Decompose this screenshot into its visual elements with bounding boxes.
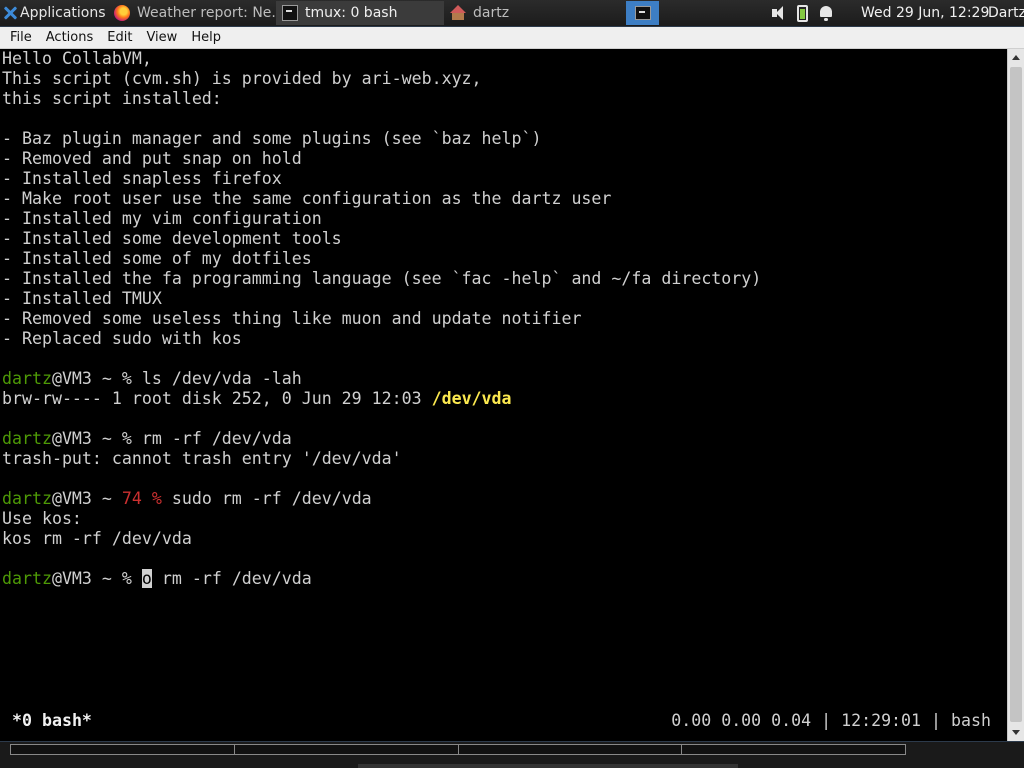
prompt-line: dartz@VM3 ~ % rm -rf /dev/vda <box>0 429 1007 449</box>
prompt-user: dartz <box>2 569 52 588</box>
system-tray <box>770 0 844 26</box>
command-text: ls /dev/vda -lah <box>131 369 302 388</box>
terminal-line: - Removed some useless thing like muon a… <box>2 309 582 328</box>
terminal-line: - Installed some of my dotfiles <box>2 249 312 268</box>
prompt-symbol: % <box>121 569 132 588</box>
menu-view[interactable]: View <box>139 27 184 49</box>
battery-icon[interactable] <box>797 4 808 22</box>
speaker-icon[interactable] <box>770 4 788 22</box>
tab-divider <box>458 745 459 754</box>
xfce-logo-icon <box>2 5 18 21</box>
prompt-symbol: % <box>121 369 132 388</box>
load-average: 0.00 0.00 0.04 <box>671 711 812 730</box>
terminal-line: Hello CollabVM, <box>2 49 152 68</box>
menu-help[interactable]: Help <box>184 27 228 49</box>
command-output: brw-rw---- 1 root disk 252, 0 Jun 29 12:… <box>0 389 1007 409</box>
taskbar-item-tmux[interactable]: tmux: 0 bash <box>276 1 444 25</box>
tmux-time: 12:29:01 <box>841 711 922 730</box>
applications-menu-button[interactable]: Applications <box>0 0 108 26</box>
taskbar-item-label: Weather report: Ne... <box>137 5 276 21</box>
prompt-line: dartz@VM3 ~ 74 % sudo rm -rf /dev/vda <box>0 489 1007 509</box>
terminal-line: This script (cvm.sh) is provided by ari-… <box>2 69 482 88</box>
terminal-line: this script installed: <box>2 89 222 108</box>
terminal-line: - Make root user use the same configurat… <box>2 189 612 208</box>
terminal-launcher-button[interactable] <box>626 1 659 25</box>
taskbar-item-dartz[interactable]: dartz <box>444 1 612 25</box>
menu-file[interactable]: File <box>0 27 39 49</box>
terminal-line: - Replaced sudo with kos <box>2 329 242 348</box>
tmux-status-bar: *0 bash* 0.00 0.00 0.04 | 12:29:01 | bas… <box>0 708 1007 734</box>
prompt-host: @VM3 ~ <box>51 489 122 508</box>
scroll-up-arrow-icon[interactable] <box>1012 55 1020 60</box>
terminal-line: - Baz plugin manager and some plugins (s… <box>2 129 542 148</box>
prompt-user: dartz <box>2 369 52 388</box>
terminal-line: - Installed some development tools <box>2 229 342 248</box>
current-prompt-line[interactable]: dartz@VM3 ~ % o rm -rf /dev/vda <box>0 569 1007 589</box>
prompt-host: @VM3 ~ <box>51 429 122 448</box>
menu-actions[interactable]: Actions <box>39 27 101 49</box>
bell-icon[interactable] <box>817 4 835 22</box>
terminal-line: - Removed and put snap on hold <box>2 149 302 168</box>
taskbar-item-label: tmux: 0 bash <box>305 5 398 21</box>
menubar: File Actions Edit View Help <box>0 27 1024 49</box>
applications-label: Applications <box>20 5 106 21</box>
prompt-error-code: 74 <box>121 489 142 508</box>
command-text: rm -rf /dev/vda <box>151 569 312 588</box>
prompt-symbol: % <box>151 489 162 508</box>
scrollbar-thumb[interactable] <box>1010 67 1022 722</box>
prompt-symbol: % <box>121 429 132 448</box>
terminal-line: - Installed the fa programming language … <box>2 269 762 288</box>
command-output: kos rm -rf /dev/vda <box>2 529 192 548</box>
terminal-line: - Installed my vim configuration <box>2 209 322 228</box>
terminal-output[interactable]: Hello CollabVM, This script (cvm.sh) is … <box>0 49 1007 741</box>
terminal-icon <box>634 6 651 20</box>
tmux-session: bash <box>951 711 991 730</box>
command-text: sudo rm -rf /dev/vda <box>161 489 372 508</box>
device-path: /dev/vda <box>431 389 512 408</box>
taskbar-item-firefox[interactable]: Weather report: Ne... <box>108 1 276 25</box>
bottom-tab-bar <box>10 744 906 755</box>
firefox-icon <box>114 5 130 21</box>
panel-user[interactable]: Dartz <box>988 0 1024 26</box>
ls-output: brw-rw---- 1 root disk 252, 0 Jun 29 12:… <box>2 389 432 408</box>
tmux-status-right: 0.00 0.00 0.04 | 12:29:01 | bash <box>671 708 991 734</box>
prompt-host: @VM3 ~ <box>51 569 122 588</box>
text-cursor: o <box>141 569 152 588</box>
command-output: trash-put: cannot trash entry '/dev/vda' <box>2 449 402 468</box>
menu-edit[interactable]: Edit <box>100 27 139 49</box>
panel-clock[interactable]: Wed 29 Jun, 12:29 <box>861 0 989 26</box>
home-folder-icon <box>450 5 466 21</box>
prompt-line: dartz@VM3 ~ % ls /dev/vda -lah <box>0 369 1007 389</box>
separator: | <box>921 711 952 730</box>
prompt-host: @VM3 ~ <box>51 369 122 388</box>
prompt-user: dartz <box>2 489 52 508</box>
terminal-scrollbar[interactable] <box>1007 49 1024 741</box>
terminal-line: - Installed TMUX <box>2 289 162 308</box>
separator: | <box>811 711 842 730</box>
scroll-down-arrow-icon[interactable] <box>1012 730 1020 735</box>
prompt-user: dartz <box>2 429 52 448</box>
tmux-window-label[interactable]: *0 bash* <box>12 708 92 734</box>
taskbar-item-label: dartz <box>473 5 510 21</box>
tab-divider <box>681 745 682 754</box>
command-text: rm -rf /dev/vda <box>131 429 292 448</box>
terminal-line: - Installed snapless firefox <box>2 169 282 188</box>
command-output: Use kos: <box>2 509 82 528</box>
bottom-indicator <box>358 764 738 768</box>
terminal-icon <box>282 5 298 21</box>
tab-divider <box>234 745 235 754</box>
